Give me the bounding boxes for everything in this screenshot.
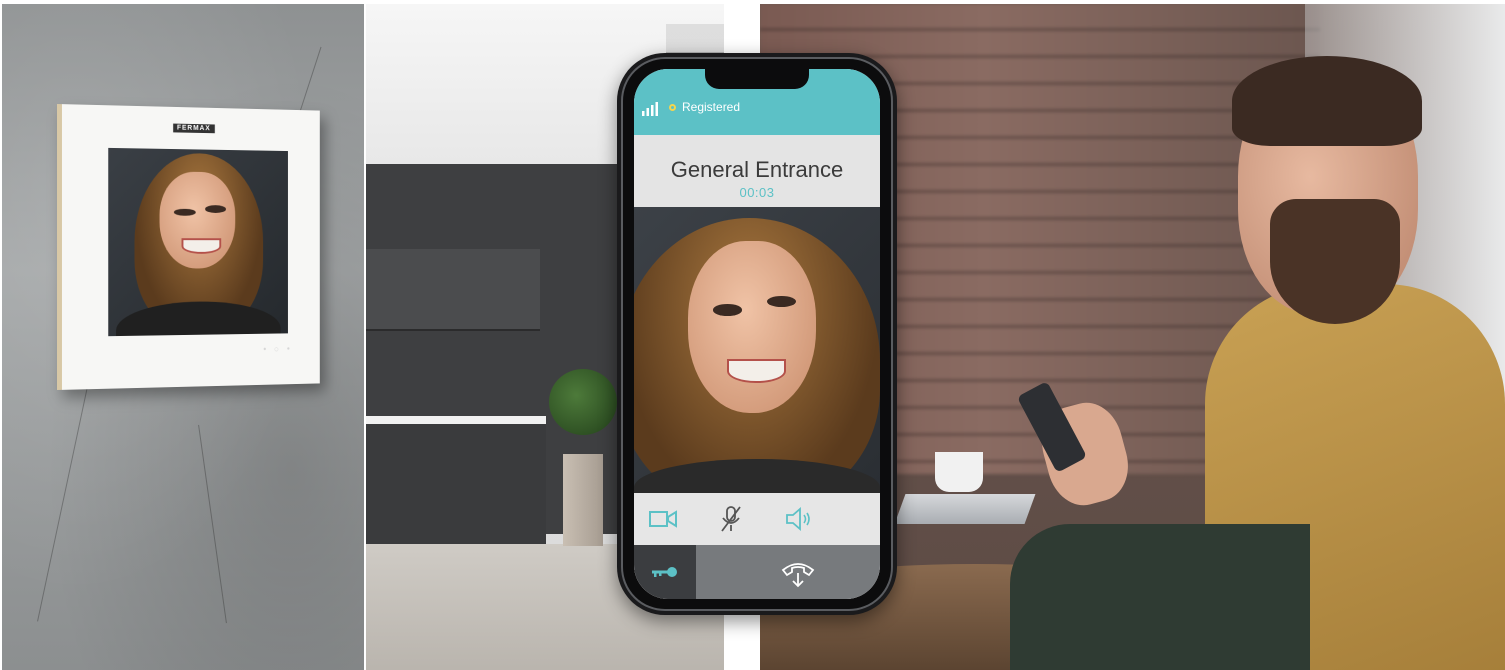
caller-name: General Entrance — [634, 157, 880, 183]
hangup-icon — [780, 555, 816, 589]
key-icon — [650, 563, 680, 581]
monitor-screen — [108, 148, 288, 336]
speaker-icon[interactable] — [784, 506, 814, 532]
open-door-button[interactable] — [634, 545, 696, 599]
phone-screen: Registered General Entrance 00:03 — [634, 69, 880, 599]
potted-plant — [549, 369, 617, 435]
call-actions-bar — [634, 545, 880, 599]
video-intercom-monitor: FERMAX • ○ • — [57, 104, 320, 390]
phone-notch — [705, 69, 809, 89]
laptop — [895, 494, 1036, 524]
man-beard — [1270, 199, 1400, 324]
upper-cabinets — [366, 249, 540, 331]
coffee-cup — [935, 452, 983, 492]
microphone-muted-icon[interactable] — [716, 506, 746, 532]
plant-pot — [563, 454, 603, 546]
lower-cabinets — [366, 424, 546, 544]
monitor-brand-logo: FERMAX — [173, 124, 214, 134]
registered-status-label: Registered — [682, 100, 740, 114]
woman-portrait — [108, 148, 288, 336]
call-header: General Entrance 00:03 — [634, 135, 880, 207]
wall-crack — [198, 425, 227, 623]
call-timer: 00:03 — [634, 185, 880, 200]
hangup-button[interactable] — [696, 545, 880, 599]
monitor-touch-buttons: • ○ • — [263, 344, 292, 354]
wall-crack — [37, 387, 88, 622]
woman-portrait — [634, 207, 880, 493]
video-camera-icon[interactable] — [648, 506, 678, 532]
man-legs — [1010, 524, 1310, 670]
man-hair — [1232, 56, 1422, 146]
registered-status-dot — [669, 104, 676, 111]
call-controls-bar — [634, 493, 880, 545]
wall-panel-image: FERMAX • ○ • — [2, 4, 364, 670]
signal-bars-icon — [642, 102, 658, 116]
smartphone: Registered General Entrance 00:03 — [617, 53, 897, 615]
video-feed — [634, 207, 880, 493]
kitchen-counter — [366, 416, 546, 424]
